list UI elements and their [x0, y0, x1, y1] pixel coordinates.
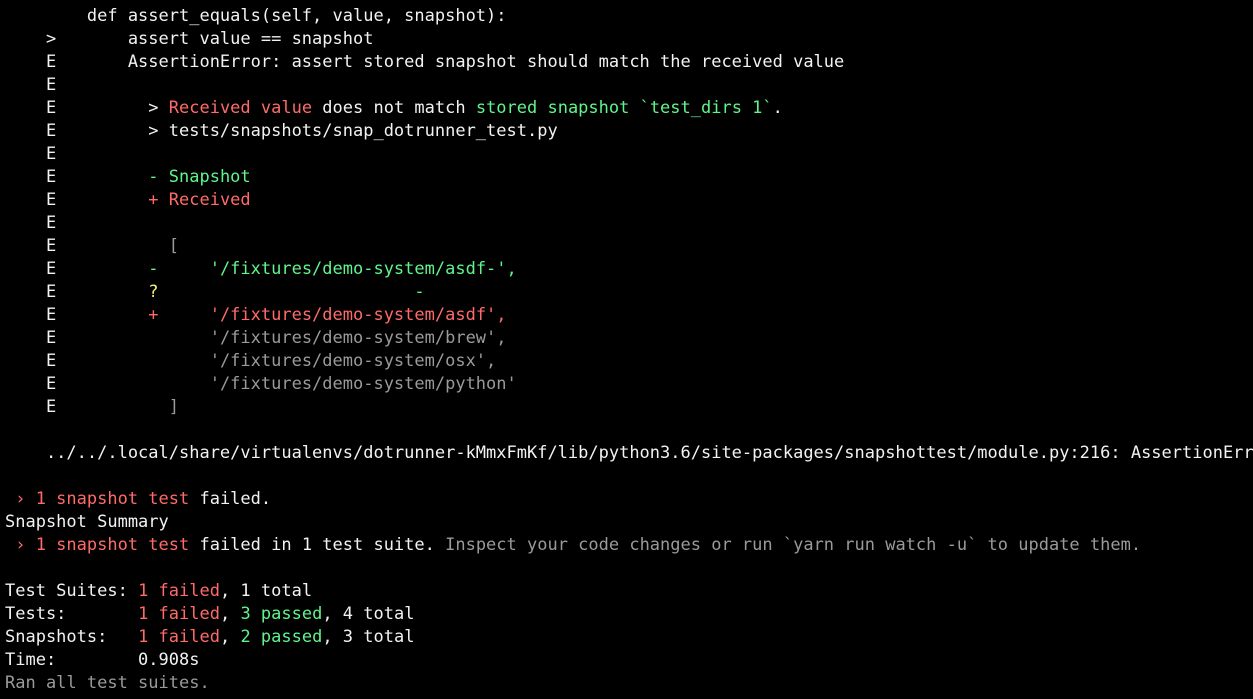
- terminal-line: E - Snapshot: [5, 166, 251, 189]
- terminal-text-segment: does not match: [312, 98, 476, 118]
- terminal-line: E AssertionError: assert stored snapshot…: [5, 51, 844, 74]
- terminal-text-segment: 1 failed: [138, 627, 220, 647]
- terminal-text-segment: Time: 0.908s: [5, 650, 200, 670]
- terminal-text-segment: failed in 1 test suite.: [189, 535, 446, 555]
- terminal-line: E '/fixtures/demo-system/osx',: [5, 350, 496, 373]
- terminal-text-segment: E: [5, 144, 57, 164]
- terminal-line: E ]: [5, 396, 179, 419]
- terminal-text-segment: 2 passed: [240, 627, 323, 647]
- terminal-text-segment: - Snapshot: [148, 167, 251, 187]
- terminal-text-segment: + '/fixtures/demo-system/asdf',: [148, 305, 507, 325]
- terminal-line: E '/fixtures/demo-system/python': [5, 373, 517, 396]
- terminal-text-segment: -: [158, 282, 425, 302]
- terminal-text-segment: def assert_equals(self, value, snapshot)…: [5, 6, 507, 26]
- terminal-line: E: [5, 212, 56, 235]
- terminal-text-segment: - '/fixtures/demo-system/asdf-',: [148, 259, 517, 279]
- terminal-text-segment: stored snapshot `test_dirs 1`: [475, 98, 773, 118]
- terminal-text-segment: Received value: [168, 98, 313, 118]
- terminal-text-segment: E: [5, 259, 149, 279]
- terminal-line: E: [5, 74, 56, 97]
- terminal-text-segment: E: [5, 167, 149, 187]
- terminal-line: › 1 snapshot test failed in 1 test suite…: [5, 534, 1141, 557]
- terminal-text-segment: E >: [5, 98, 169, 118]
- terminal-line: ../../.local/share/virtualenvs/dotrunner…: [5, 442, 1253, 465]
- terminal-line: E '/fixtures/demo-system/brew',: [5, 327, 507, 350]
- terminal-text-segment: E: [5, 190, 149, 210]
- terminal-text-segment: ?: [148, 282, 159, 302]
- terminal-line: E + '/fixtures/demo-system/asdf',: [5, 304, 507, 327]
- terminal-text-segment: Inspect your code changes or run `yarn r…: [445, 535, 1142, 555]
- terminal-line: Tests: 1 failed, 3 passed, 4 total: [5, 603, 414, 626]
- terminal-text-segment: failed.: [189, 489, 272, 509]
- terminal-text-segment: E: [5, 328, 210, 348]
- terminal-text-segment: , 1 total: [219, 581, 313, 601]
- terminal-line: Snapshots: 1 failed, 2 passed, 3 total: [5, 626, 414, 649]
- terminal-line: Time: 0.908s: [5, 649, 199, 672]
- terminal-text-segment: ../../.local/share/virtualenvs/dotrunner…: [5, 443, 1253, 463]
- terminal-text-segment: [: [168, 236, 180, 256]
- terminal-text-segment: '/fixtures/demo-system/osx',: [209, 351, 497, 371]
- terminal-text-segment: E: [5, 282, 149, 302]
- terminal-text-segment: › 1 snapshot test: [5, 535, 190, 555]
- terminal-text-segment: Test Suites:: [5, 581, 139, 601]
- terminal-line: E > Received value does not match stored…: [5, 97, 783, 120]
- terminal-text-segment: ]: [168, 397, 180, 417]
- terminal-text-segment: E: [5, 397, 169, 417]
- terminal-text-segment: '/fixtures/demo-system/brew',: [209, 328, 507, 348]
- terminal-line: Test Suites: 1 failed, 1 total: [5, 580, 312, 603]
- terminal-line: def assert_equals(self, value, snapshot)…: [5, 5, 507, 28]
- terminal-text-segment: E: [5, 75, 57, 95]
- terminal-output: def assert_equals(self, value, snapshot)…: [0, 0, 1253, 699]
- terminal-text-segment: .: [772, 98, 783, 118]
- terminal-text-segment: + Received: [148, 190, 251, 210]
- terminal-line: E: [5, 143, 56, 166]
- terminal-text-segment: ,: [219, 604, 241, 624]
- terminal-line: E - '/fixtures/demo-system/asdf-',: [5, 258, 517, 281]
- terminal-line: Snapshot Summary: [5, 511, 169, 534]
- terminal-text-segment: Tests:: [5, 604, 139, 624]
- terminal-line: › 1 snapshot test failed.: [5, 488, 271, 511]
- terminal-line: > assert value == snapshot: [5, 28, 374, 51]
- terminal-text-segment: E: [5, 236, 169, 256]
- terminal-line: E > tests/snapshots/snap_dotrunner_test.…: [5, 120, 558, 143]
- terminal-text-segment: E: [5, 305, 149, 325]
- terminal-text-segment: E AssertionError: assert stored snapshot…: [5, 52, 845, 72]
- terminal-line: E + Received: [5, 189, 251, 212]
- terminal-text-segment: Snapshot Summary: [5, 512, 169, 532]
- terminal-line: E [: [5, 235, 179, 258]
- terminal-text-segment: 1 failed: [138, 581, 220, 601]
- terminal-text-segment: Snapshots:: [5, 627, 139, 647]
- terminal-text-segment: Ran all test suites.: [5, 673, 210, 693]
- terminal-text-segment: 1 failed: [138, 604, 220, 624]
- terminal-text-segment: , 3 total: [322, 627, 415, 647]
- terminal-text-segment: 3 passed: [240, 604, 323, 624]
- terminal-text-segment: ,: [219, 627, 241, 647]
- terminal-text-segment: E: [5, 374, 210, 394]
- terminal-text-segment: E > tests/snapshots/snap_dotrunner_test.…: [5, 121, 558, 141]
- terminal-line: Ran all test suites.: [5, 672, 210, 695]
- terminal-text-segment: E: [5, 213, 57, 233]
- terminal-text-segment: > assert value == snapshot: [5, 29, 374, 49]
- terminal-text-segment: , 4 total: [322, 604, 415, 624]
- terminal-line: E ? -: [5, 281, 425, 304]
- terminal-text-segment: '/fixtures/demo-system/python': [209, 374, 517, 394]
- terminal-text-segment: › 1 snapshot test: [5, 489, 190, 509]
- terminal-text-segment: E: [5, 351, 210, 371]
